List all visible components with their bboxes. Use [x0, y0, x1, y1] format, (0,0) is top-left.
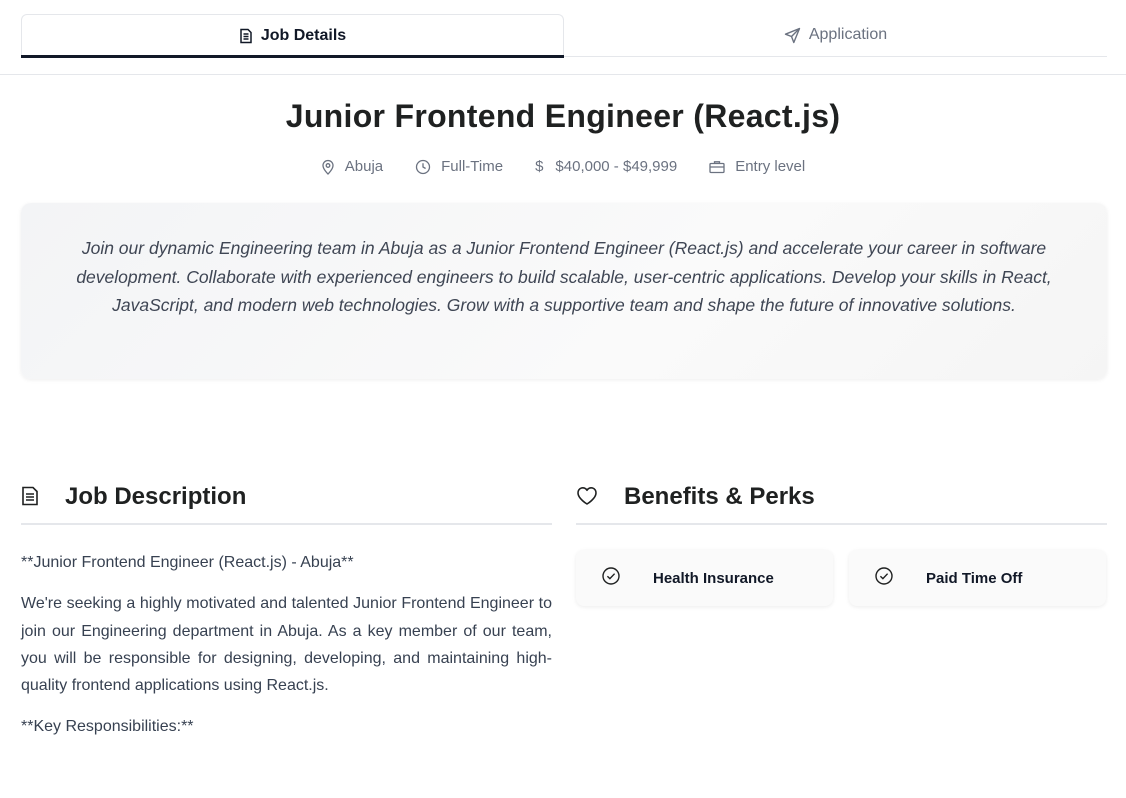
document-icon [239, 28, 253, 44]
send-icon [784, 27, 801, 44]
benefit-card: Health Insurance [576, 550, 833, 606]
tab-application[interactable]: Application [564, 14, 1107, 57]
benefits-heading: Benefits & Perks [624, 483, 815, 510]
job-meta: Abuja Full-Time $ $40,000 - $49,999 Entr… [0, 158, 1126, 175]
tab-label: Job Details [260, 27, 347, 44]
benefit-label: Paid Time Off [926, 569, 1023, 587]
meta-employment-type: Full-Time [415, 158, 503, 175]
benefit-card: Paid Time Off [849, 550, 1106, 606]
meta-level: Entry level [709, 158, 805, 175]
map-pin-icon [321, 159, 335, 175]
job-summary: Join our dynamic Engineering team in Abu… [76, 238, 1052, 315]
heart-icon [576, 480, 598, 511]
benefits-header: Benefits & Perks [576, 480, 1107, 525]
location-text: Abuja [344, 158, 384, 175]
tab-label: Application [808, 26, 888, 43]
check-circle-icon [601, 566, 621, 590]
briefcase-icon [709, 160, 725, 174]
meta-salary: $ $40,000 - $49,999 [535, 158, 677, 175]
document-icon [21, 480, 39, 511]
description-paragraph: **Key Responsibilities:** [21, 718, 194, 736]
description-paragraph: **Junior Frontend Engineer (React.js) - … [21, 554, 354, 571]
job-summary-card: Join our dynamic Engineering team in Abu… [21, 203, 1107, 379]
clock-icon [415, 159, 431, 175]
check-circle-icon [874, 566, 894, 590]
job-title: Junior Frontend Engineer (React.js) [285, 98, 841, 134]
salary-text: $40,000 - $49,999 [555, 158, 678, 175]
meta-location: Abuja [321, 158, 383, 175]
description-paragraph: We're seeking a highly motivated and tal… [21, 595, 552, 695]
tab-job-details[interactable]: Job Details [21, 14, 564, 58]
employment-type-text: Full-Time [441, 158, 504, 175]
tab-bar: Job Details Application [0, 0, 1126, 75]
job-description-body: **Junior Frontend Engineer (React.js) - … [21, 549, 552, 755]
job-description-header: Job Description [21, 480, 552, 525]
dollar-icon: $ [535, 158, 544, 175]
benefit-label: Health Insurance [653, 569, 774, 587]
job-description-heading: Job Description [65, 483, 247, 510]
level-text: Entry level [735, 158, 806, 175]
